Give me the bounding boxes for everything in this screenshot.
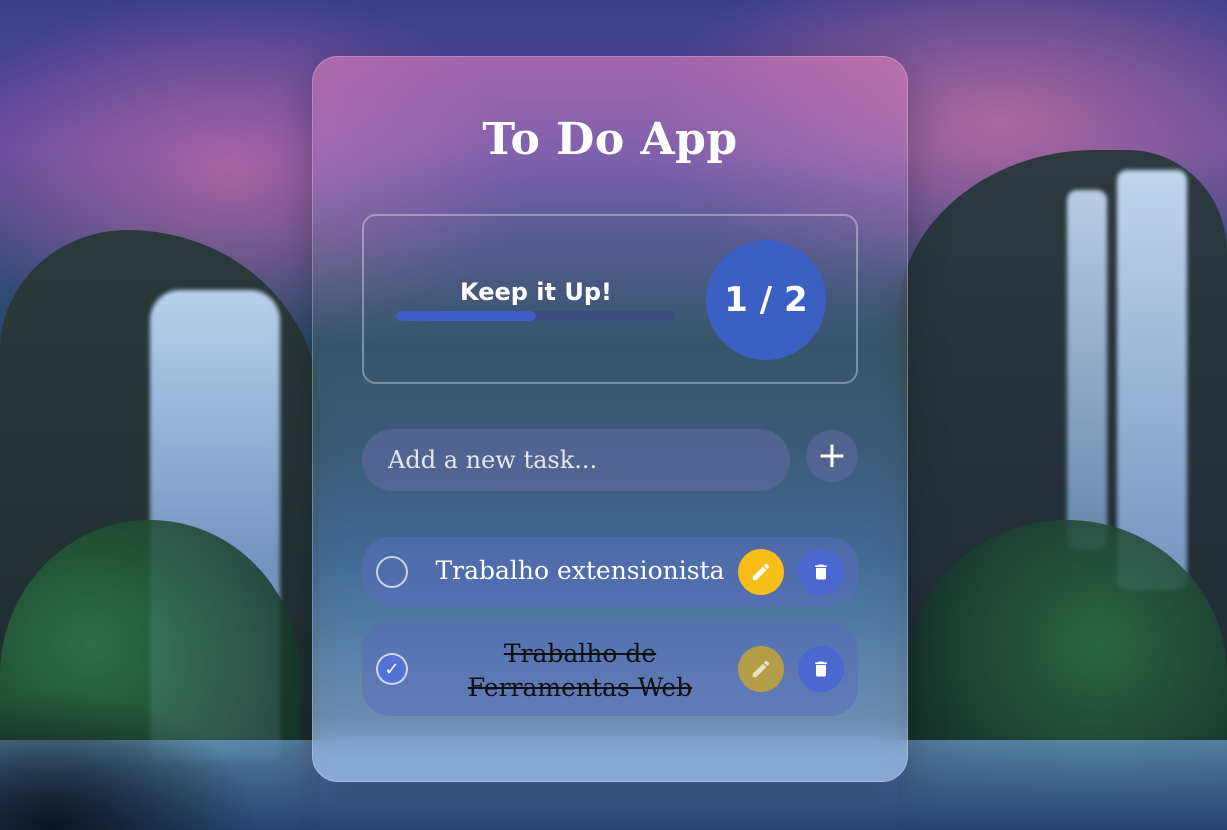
task-checkbox[interactable]: ✓ [376,653,408,685]
todo-card: To Do App Keep it Up! 1 / 2 + Trabalho e… [312,56,908,782]
task-text: Trabalho de Ferramentas Web [467,639,693,702]
background-waterfall-right-2 [1067,190,1107,550]
stats-panel: Keep it Up! 1 / 2 [362,214,858,384]
trash-icon [815,661,827,677]
edit-task-button[interactable] [738,646,784,692]
background-foliage-left [0,520,300,830]
task-text: Trabalho extensionista [435,556,725,585]
delete-task-button[interactable] [798,549,844,595]
delete-task-button[interactable] [798,646,844,692]
progress-fill [396,311,536,321]
background-waterfall-right [1117,170,1187,590]
new-task-input[interactable] [362,429,790,491]
pencil-icon [752,563,770,581]
task-item: ✓ Trabalho de Ferramentas Web [362,622,858,716]
progress-bar [396,311,676,321]
pencil-icon [752,660,770,678]
add-task-button[interactable]: + [806,430,858,482]
trash-icon [815,564,827,580]
app-title: To Do App [482,114,738,165]
background-cliff-right [897,150,1227,830]
edit-task-button[interactable] [738,549,784,595]
motivation-message: Keep it Up! [460,278,612,306]
task-item: Trabalho extensionista [362,537,858,607]
task-counter: 1 / 2 [706,240,826,360]
background-cliff-left [0,230,320,830]
plus-icon: + [816,435,848,476]
task-checkbox[interactable] [376,556,408,588]
background-foliage-right [907,520,1227,830]
background-leaves [0,690,260,830]
background-waterfall-left [150,290,280,760]
